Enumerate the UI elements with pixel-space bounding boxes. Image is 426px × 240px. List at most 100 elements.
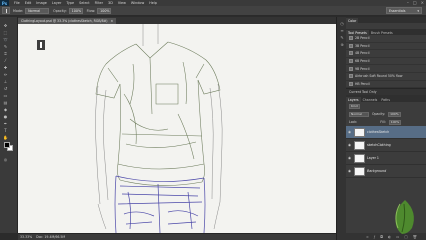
opacity-field[interactable]: 100% (68, 7, 83, 14)
visibility-eye-icon[interactable]: ◉ (348, 169, 352, 173)
status-bar: 33.33% Doc: 19.4M/66.5M (18, 233, 336, 240)
tab-layers[interactable]: Layers (346, 97, 361, 103)
list-item[interactable]: 4B Pencil (346, 50, 426, 58)
list-item[interactable]: HB Pencil (346, 81, 426, 89)
quick-select-tool-icon[interactable]: ✎ (3, 44, 8, 49)
zoom-level[interactable]: 33.33% (20, 235, 32, 239)
menu-filter[interactable]: Filter (95, 1, 103, 5)
list-item[interactable]: Airbrush Soft Round 50% flow (346, 73, 426, 81)
close-icon[interactable]: × (421, 0, 424, 5)
tab-channels[interactable]: Channels (361, 97, 380, 102)
menu-help[interactable]: Help (149, 1, 157, 5)
preset-label: 9B Pencil (355, 66, 370, 71)
preset-label: 4B Pencil (355, 51, 370, 56)
pen-tool-icon[interactable]: ✒ (3, 121, 8, 126)
kind-filter-select[interactable]: Kind (349, 103, 360, 109)
gradient-tool-icon[interactable]: ▤ (3, 100, 8, 105)
pencil-icon (349, 81, 353, 86)
leaf-brand-logo (395, 200, 414, 234)
layer-thumbnail (354, 127, 365, 137)
history-brush-tool-icon[interactable]: ↺ (3, 86, 8, 91)
layer-opacity-field[interactable]: 100% (388, 111, 401, 117)
link-layers-icon[interactable]: ∞ (366, 235, 369, 239)
clone-stamp-tool-icon[interactable]: ⊥ (3, 79, 8, 84)
layer-name: Background (367, 169, 387, 174)
menu-3d[interactable]: 3D (108, 1, 113, 5)
minimize-icon[interactable]: – (407, 0, 409, 5)
tools-panel: ✥ ⬚ ➰ ✎ ⌗ ⁄ ✚ ✏ ⊥ ↺ ▭ ▤ ◆ ● ✒ T ✋ ◎ (0, 17, 18, 233)
blur-tool-icon[interactable]: ◆ (3, 107, 8, 112)
document-info: Doc: 19.4M/66.5M (36, 235, 66, 239)
list-item[interactable]: 6B Pencil (346, 58, 426, 66)
healing-tool-icon[interactable]: ✚ (3, 65, 8, 70)
history-icon[interactable]: ◷ (339, 21, 345, 26)
maximize-icon[interactable]: □ (413, 0, 417, 5)
brush-panel-icon[interactable]: ✎ (339, 35, 345, 40)
menu-file[interactable]: File (14, 1, 20, 5)
fill-field[interactable]: 100% (388, 119, 402, 125)
pencil-icon (349, 36, 353, 41)
lock-label: Lock: (349, 120, 358, 125)
brush-preset-picker[interactable] (2, 7, 10, 14)
type-tool-icon[interactable]: T (3, 128, 8, 133)
flow-field[interactable]: 100% (97, 7, 112, 14)
mode-label: Mode: (13, 8, 24, 13)
close-tab-icon[interactable]: × (111, 19, 114, 23)
menu-layer[interactable]: Layer (52, 1, 61, 5)
layers-list: ◉ clothesSketch ◉ sketchClothing ◉ Layer… (346, 126, 426, 179)
menu-window[interactable]: Window (131, 1, 144, 5)
layer-thumbnail (354, 153, 365, 163)
visibility-eye-icon[interactable]: ◉ (348, 156, 352, 160)
layer-thumbnail (354, 166, 365, 176)
visibility-eye-icon[interactable]: ◉ (348, 143, 352, 147)
marquee-tool-icon[interactable]: ⬚ (3, 30, 8, 35)
tool-presets-list: 2B Pencil 3B Pencil 4B Pencil 6B Pencil … (346, 35, 426, 89)
chevron-down-icon: ▾ (417, 8, 419, 13)
workspace-select[interactable]: Essentials ▾ (386, 7, 422, 14)
layer-row[interactable]: ◉ Background (346, 165, 426, 179)
current-tool-only-toggle[interactable]: Current Tool Only (346, 88, 426, 96)
menu-select[interactable]: Select (79, 1, 89, 5)
tab-brush-presets[interactable]: Brush Presets (369, 30, 395, 35)
preset-label: 3B Pencil (355, 43, 370, 48)
preset-label: 6B Pencil (355, 59, 370, 64)
list-item[interactable]: 2B Pencil (346, 35, 426, 43)
workspace-label: Essentials (389, 8, 406, 13)
layer-style-icon[interactable]: ƒ (374, 235, 375, 239)
pencil-icon (349, 66, 353, 71)
tab-tool-presets[interactable]: Tool Presets (346, 30, 369, 35)
blend-mode-select[interactable]: Normal (349, 111, 369, 117)
mode-select[interactable]: Normal (25, 7, 50, 14)
menu-image[interactable]: Image (36, 1, 47, 5)
properties-icon[interactable]: ≡ (339, 28, 345, 33)
layer-thumbnail (354, 140, 365, 150)
eyedropper-tool-icon[interactable]: ⁄ (3, 58, 8, 63)
layer-blend-row: Normal Opacity: 100% (346, 110, 426, 118)
menu-edit[interactable]: Edit (25, 1, 32, 5)
crop-tool-icon[interactable]: ⌗ (3, 51, 8, 56)
layer-row[interactable]: ◉ Layer 1 (346, 152, 426, 166)
pencil-icon (349, 51, 353, 56)
menu-view[interactable]: View (118, 1, 126, 5)
layer-row[interactable]: ◉ sketchClothing (346, 139, 426, 153)
list-item[interactable]: 9B Pencil (346, 65, 426, 73)
tab-paths[interactable]: Paths (379, 97, 392, 102)
brush-tool-icon[interactable]: ✏ (3, 72, 8, 77)
menu-type[interactable]: Type (66, 1, 74, 5)
tab-color[interactable]: Color (346, 18, 359, 23)
move-tool-icon[interactable]: ✥ (3, 23, 8, 28)
quick-mask-icon[interactable]: ◎ (3, 157, 8, 162)
eraser-tool-icon[interactable]: ▭ (3, 93, 8, 98)
dodge-tool-icon[interactable]: ● (3, 114, 8, 119)
document-canvas[interactable] (18, 24, 336, 233)
visibility-eye-icon[interactable]: ◉ (348, 130, 352, 134)
opacity-label: Opacity: (53, 8, 67, 13)
list-item[interactable]: 3B Pencil (346, 43, 426, 51)
clone-source-icon[interactable]: ⊕ (339, 42, 345, 47)
hand-tool-icon[interactable]: ✋ (3, 135, 8, 140)
add-mask-icon[interactable]: ◘ (380, 235, 383, 239)
lasso-tool-icon[interactable]: ➰ (3, 37, 8, 42)
layer-row[interactable]: ◉ clothesSketch (346, 126, 426, 140)
foreground-color-swatch[interactable] (4, 142, 10, 148)
pencil-icon (349, 43, 353, 48)
